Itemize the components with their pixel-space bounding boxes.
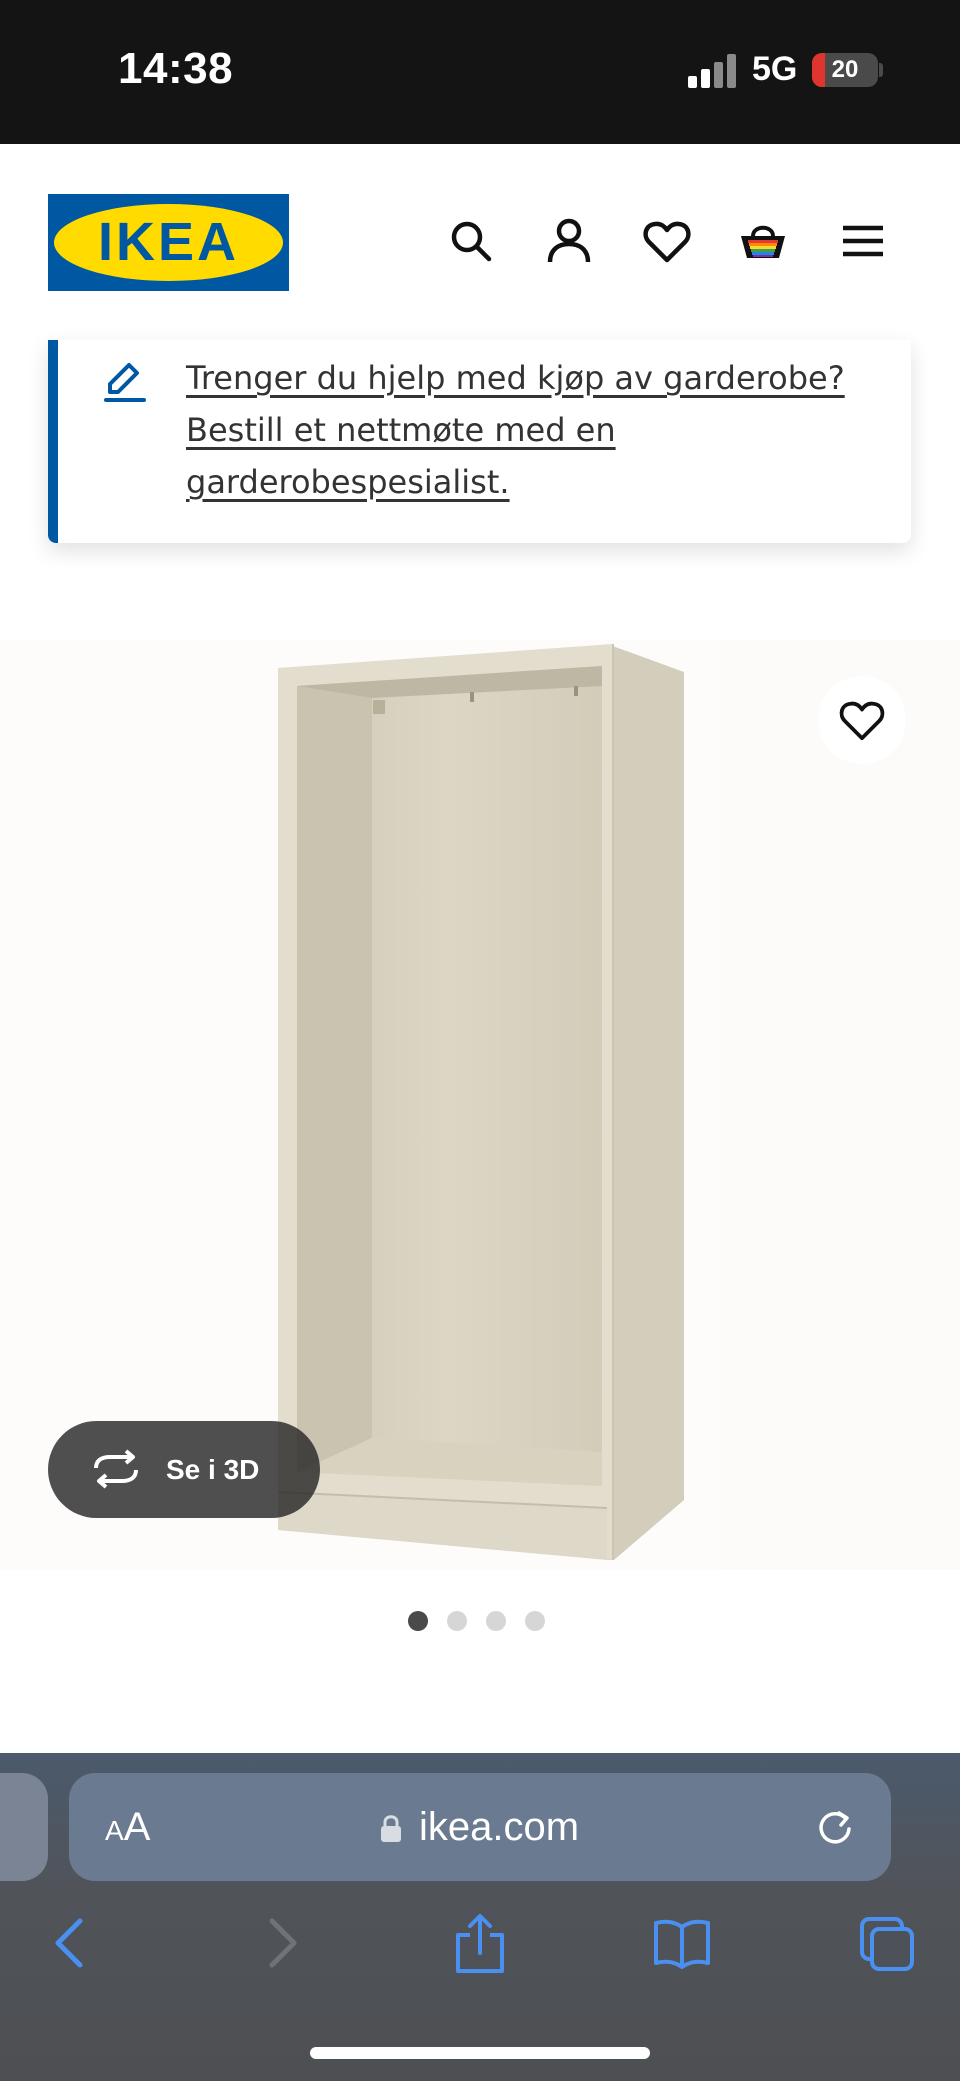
view-in-3d-button[interactable]: Se i 3D <box>48 1421 320 1518</box>
reload-icon[interactable] <box>815 1807 855 1847</box>
carousel-dot[interactable] <box>486 1611 506 1631</box>
address-bar[interactable]: AA ikea.com <box>69 1773 891 1881</box>
site-header: IKEA <box>0 144 960 340</box>
view-in-3d-label: Se i 3D <box>166 1454 260 1485</box>
url-text: ikea.com <box>419 1805 580 1849</box>
home-indicator[interactable] <box>310 2047 650 2059</box>
carousel-dot[interactable] <box>447 1611 467 1631</box>
carousel-dot[interactable] <box>525 1611 545 1631</box>
battery-level: 20 <box>831 56 859 83</box>
ikea-logo[interactable]: IKEA <box>48 194 289 291</box>
shopping-bag-icon[interactable] <box>738 216 788 266</box>
wardrobe-help-card: Trenger du hjelp med kjøp av garderobe? … <box>48 340 911 543</box>
status-time: 14:38 <box>118 44 234 93</box>
bookmarks-icon[interactable] <box>652 1913 712 1973</box>
rotate-3d-icon <box>94 1449 138 1489</box>
lock-icon <box>381 1815 401 1842</box>
heart-outline-icon <box>839 701 885 741</box>
tabs-icon[interactable] <box>858 1913 918 1973</box>
status-bar: 14:38 5G 20 <box>0 0 960 144</box>
add-to-favorites-button[interactable] <box>818 676 906 764</box>
heart-icon[interactable] <box>642 216 692 266</box>
pencil-icon <box>104 363 146 402</box>
carousel-dot[interactable] <box>408 1611 428 1631</box>
browser-bottom-bar: AA ikea.com <box>0 1753 960 2081</box>
menu-icon[interactable] <box>838 216 888 266</box>
battery-nub <box>879 63 883 77</box>
account-icon[interactable] <box>544 216 594 266</box>
back-icon[interactable] <box>42 1913 102 1973</box>
signal-strength-icon <box>688 54 736 88</box>
text-size-button[interactable]: AA <box>105 1773 150 1885</box>
share-icon[interactable] <box>450 1913 510 1973</box>
previous-tab-peek[interactable] <box>0 1773 48 1881</box>
logo-text: IKEA <box>97 212 239 272</box>
wardrobe-help-link[interactable]: Trenger du hjelp med kjøp av garderobe? … <box>186 352 886 508</box>
network-type: 5G <box>752 50 798 88</box>
battery-indicator: 20 <box>812 53 878 87</box>
search-icon[interactable] <box>446 216 496 266</box>
forward-icon <box>269 1918 297 1968</box>
